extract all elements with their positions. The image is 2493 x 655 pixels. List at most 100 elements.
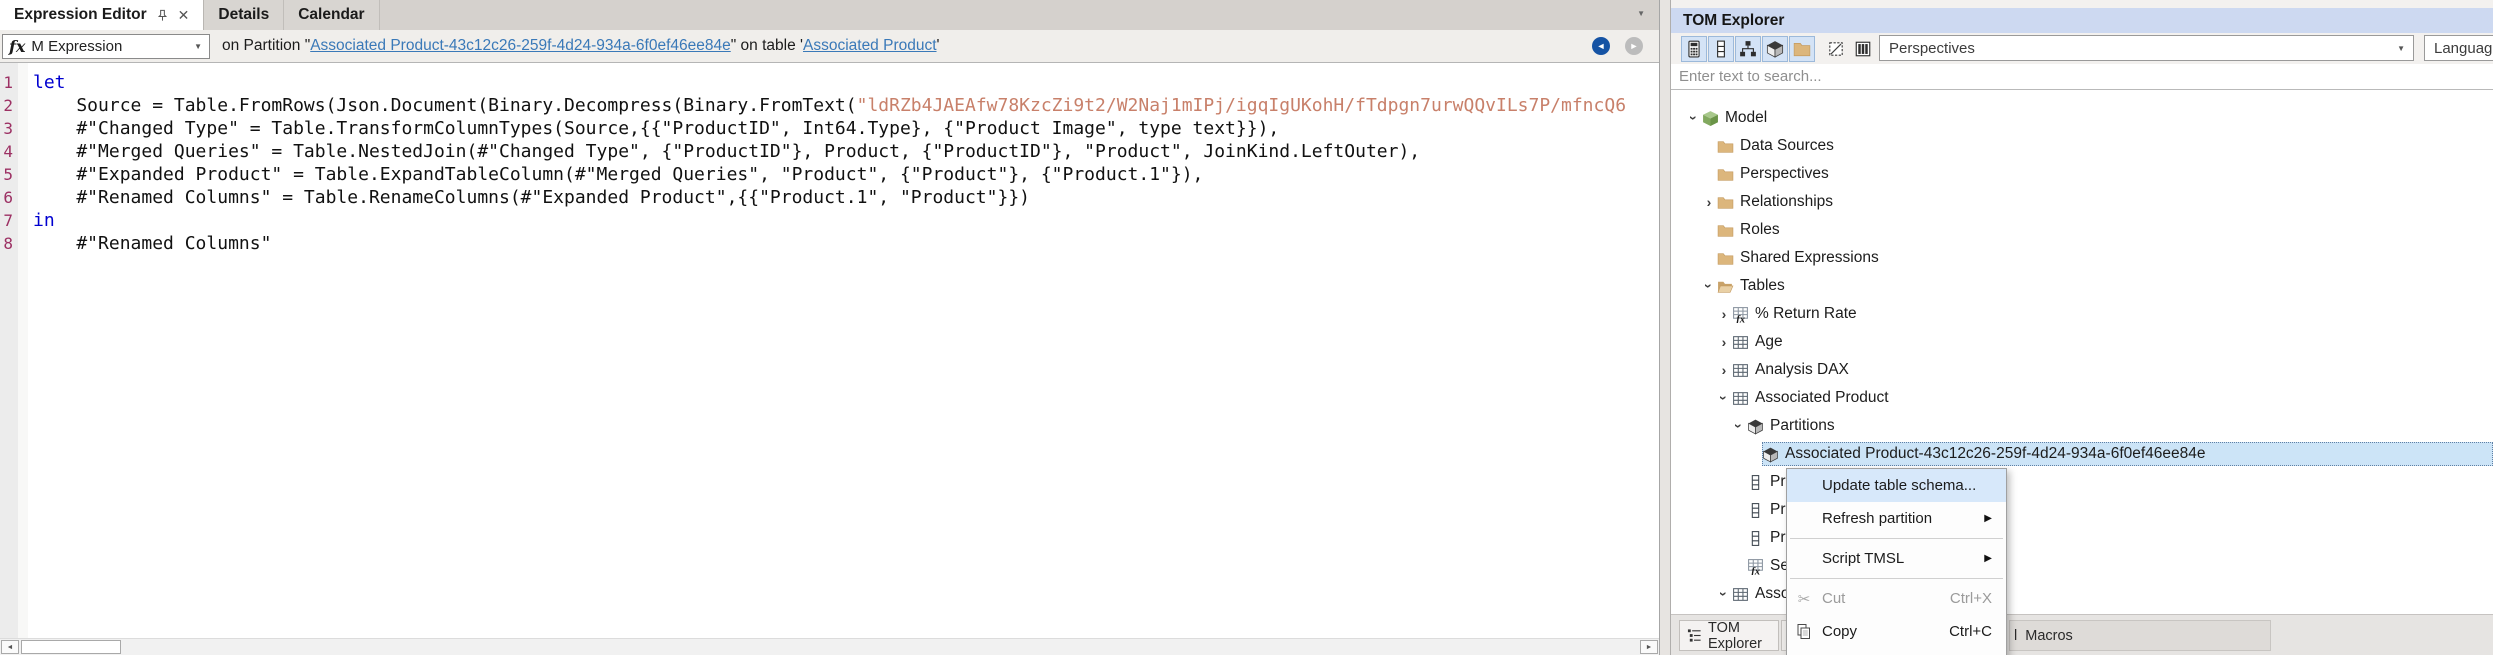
tab-calendar[interactable]: Calendar <box>284 0 380 30</box>
tree-item-model[interactable]: › Model <box>1671 104 2493 132</box>
menu-separator <box>1790 538 2003 539</box>
breadcrumb-text: ' <box>936 37 940 54</box>
hidden-objects-toggle-button[interactable] <box>1823 36 1849 62</box>
expander-expanded-icon[interactable]: › <box>1701 278 1717 294</box>
expander-expanded-icon[interactable]: › <box>1731 418 1747 434</box>
folder-icon <box>1717 166 1735 183</box>
tab-expression-editor[interactable]: Expression Editor ✕ <box>0 0 205 30</box>
tree-item-associated-product-43c12c26-259f-4d24-934a-6f0ef46ee84e[interactable]: Associated Product-43c12c26-259f-4d24-93… <box>1671 440 2493 468</box>
table-fx-icon: fx <box>1732 306 1750 323</box>
code-lines: 1 let 2 Source = Table.FromRows(Json.Docum… <box>0 71 1659 255</box>
tab-details[interactable]: Details <box>204 0 285 30</box>
tree-item-roles[interactable]: Roles <box>1671 216 2493 244</box>
scissors-icon: ✂ <box>1797 589 1811 608</box>
partition-link[interactable]: Associated Product-43c12c26-259f-4d24-93… <box>310 37 731 54</box>
tree-item-age[interactable]: › Age <box>1671 328 2493 356</box>
tree-item-return-rate[interactable]: › fx % Return Rate <box>1671 300 2493 328</box>
tree-item-shared-expressions[interactable]: Shared Expressions <box>1671 244 2493 272</box>
line-number: 2 <box>3 96 13 115</box>
expander-expanded-icon[interactable]: › <box>1716 390 1732 406</box>
table-link[interactable]: Associated Product <box>803 37 937 54</box>
column-toggle-button[interactable] <box>1708 35 1734 62</box>
tree-item-label: Perspectives <box>1740 165 1829 182</box>
menu-item-shortcut: Ctrl+X <box>1949 590 1992 607</box>
line-number: 5 <box>3 165 13 184</box>
partition-toggle-button[interactable] <box>1762 35 1788 62</box>
menu-item-label: Cut <box>1822 590 1846 607</box>
code-line: 2 Source = Table.FromRows(Json.Document(… <box>0 94 1659 117</box>
folder-icon <box>1793 40 1811 58</box>
tree-item-label: Data Sources <box>1740 137 1834 154</box>
breadcrumb-text: " on table ' <box>730 37 803 54</box>
menu-item-script-tmsl[interactable]: Script TMSL ▶ <box>1787 542 2006 575</box>
model-icon <box>1702 110 1720 127</box>
tree-item-perspectives[interactable]: Perspectives <box>1671 160 2493 188</box>
perspectives-select[interactable]: Perspectives ▼ <box>1879 35 2414 61</box>
folder-toggle-button[interactable] <box>1789 35 1815 62</box>
expander-collapsed-icon[interactable]: › <box>1701 195 1717 209</box>
tree-item-associated-product[interactable]: › Associated Product <box>1671 384 2493 412</box>
tree-item-relationships[interactable]: › Relationships <box>1671 188 2493 216</box>
tree-item-label: Associated Product <box>1755 389 1889 406</box>
expander-expanded-icon[interactable]: › <box>1716 586 1732 602</box>
line-number: 4 <box>3 142 13 161</box>
tree-item-label: Analysis DAX <box>1755 361 1849 378</box>
measure-toggle-button[interactable] <box>1681 35 1707 62</box>
scroll-right-icon[interactable]: ► <box>1640 640 1658 654</box>
partition-icon <box>1747 418 1765 435</box>
pin-icon[interactable] <box>156 9 169 22</box>
scrollbar-thumb[interactable] <box>21 640 121 654</box>
expander-collapsed-icon[interactable]: › <box>1716 335 1732 349</box>
tree-item-data-sources[interactable]: Data Sources <box>1671 132 2493 160</box>
line-number: 1 <box>3 73 13 92</box>
panel-title-text: TOM Explorer <box>1683 11 1785 29</box>
menu-item-shortcut: Ctrl+C <box>1949 623 1992 640</box>
expander-expanded-icon[interactable]: › <box>1686 110 1702 126</box>
close-icon[interactable]: ✕ <box>178 7 190 24</box>
bottom-tab-macros[interactable]: l Macros <box>2009 620 2271 651</box>
menu-item-copy[interactable]: Copy Ctrl+C <box>1787 615 2006 648</box>
expression-type-select[interactable]: fx M Expression ▼ <box>2 33 210 59</box>
hierarchy-icon <box>1739 40 1757 58</box>
tree-item-tables[interactable]: › Tables <box>1671 272 2493 300</box>
tree-list-icon <box>1687 628 1702 643</box>
expander-collapsed-icon[interactable]: › <box>1716 363 1732 377</box>
column-icon <box>1747 530 1765 547</box>
tree-item-partitions[interactable]: › Partitions <box>1671 412 2493 440</box>
menu-item-update-table-schema[interactable]: Update table schema... <box>1787 469 2006 502</box>
expression-type-value: M Expression <box>31 37 123 55</box>
columns-layout-icon <box>1854 40 1872 58</box>
expander-collapsed-icon[interactable]: › <box>1716 307 1732 321</box>
pane-splitter[interactable] <box>1660 0 1670 655</box>
chevron-down-icon: ▼ <box>2397 43 2405 53</box>
bottom-tab-label: TOM Explorer <box>1708 619 1762 652</box>
chevron-down-icon[interactable]: ▼ <box>1637 9 1645 18</box>
code-editor[interactable]: 1 let 2 Source = Table.FromRows(Json.Docum… <box>0 63 1659 638</box>
menu-item-label: Refresh partition <box>1822 510 1933 527</box>
horizontal-scrollbar[interactable]: ◄ ► <box>0 638 1659 655</box>
columns-layout-toggle-button[interactable] <box>1850 36 1876 62</box>
menu-item-label: Copy <box>1822 623 1858 640</box>
partition-icon <box>1762 446 1780 463</box>
folder-icon <box>1717 250 1735 267</box>
breadcrumb: on Partition "Associated Product-43c12c2… <box>222 37 940 55</box>
panel-title: TOM Explorer <box>1671 8 2493 33</box>
hierarchy-toggle-button[interactable] <box>1735 35 1761 62</box>
line-number: 8 <box>3 234 13 253</box>
hidden-objects-icon <box>1827 40 1845 58</box>
bottom-tab-tom-explorer[interactable]: TOM Explorer <box>1679 619 1779 652</box>
tree-item-analysis-dax[interactable]: › Analysis DAX <box>1671 356 2493 384</box>
clipped-tab-label: l <box>2014 627 2018 644</box>
code-line: 1 let <box>0 71 1659 94</box>
scroll-left-icon[interactable]: ◄ <box>1 640 19 654</box>
menu-item-refresh-partition[interactable]: Refresh partition ▶ <box>1787 502 2006 535</box>
measure-icon <box>1685 40 1703 58</box>
tab-label: Expression Editor <box>14 6 147 23</box>
code-line: 6 #"Renamed Columns" = Table.RenameColum… <box>0 186 1659 209</box>
back-button[interactable]: ◄ <box>1592 37 1610 55</box>
forward-button[interactable]: ► <box>1625 37 1643 55</box>
tab-label: Details <box>218 6 270 23</box>
language-select[interactable]: Language <box>2424 35 2493 61</box>
nav-buttons: ◄ ► <box>1592 37 1643 55</box>
search-input[interactable] <box>1671 64 2493 89</box>
